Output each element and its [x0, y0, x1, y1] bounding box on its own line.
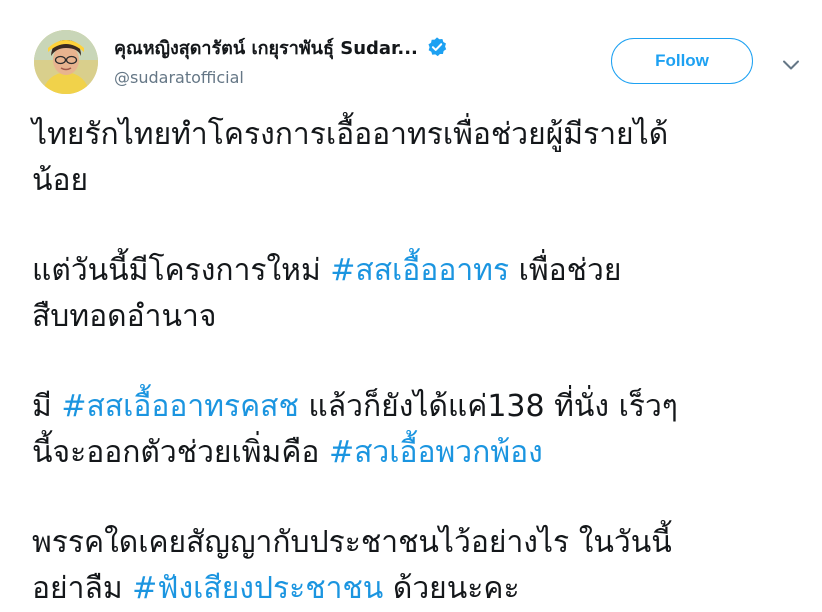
tweet-text-segment: นี้จะออกตัวช่วยเพิ่มคือ — [32, 435, 329, 470]
tweet-paragraph-3: มี #สสเอื้ออาทรคสช แล้วก็ยังได้แค่138 ที… — [32, 384, 812, 476]
follow-button[interactable]: Follow — [611, 38, 753, 84]
hashtag-link[interactable]: #ฟังเสียงประชาชน — [132, 571, 383, 606]
tweet-line: ไทยรักไทยทำโครงการเอื้ออาทรเพื่อช่วยผู้ม… — [32, 117, 669, 152]
display-name-row[interactable]: คุณหญิงสุดารัตน์ เกยุราพันธุ์ Sudar... — [114, 32, 448, 62]
hashtag-link[interactable]: #สสเอื้ออาทร — [330, 253, 509, 288]
hashtag-link[interactable]: #สวเอื้อพวกพ้อง — [329, 435, 543, 470]
tweet-paragraph-1: ไทยรักไทยทำโครงการเอื้ออาทรเพื่อช่วยผู้ม… — [32, 112, 812, 204]
tweet-paragraph-4: พรรคใดเคยสัญญากับประชาชนไว้อย่างไร ในวัน… — [32, 520, 812, 612]
tweet-text-segment: ด้วยนะคะ — [383, 571, 520, 606]
chevron-down-icon — [783, 60, 799, 70]
tweet-line: น้อย — [32, 163, 89, 198]
user-handle[interactable]: @sudaratofficial — [114, 68, 244, 87]
tweet-line: สืบทอดอำนาจ — [32, 299, 217, 334]
hashtag-link[interactable]: #สสเอื้ออาทรคสช — [61, 389, 299, 424]
tweet-text-segment: อย่าลืม — [32, 571, 133, 606]
tweet-text-segment: แต่วันนี้มีโครงการใหม่ — [32, 253, 331, 288]
tweet-text: ไทยรักไทยทำโครงการเอื้ออาทรเพื่อช่วยผู้ม… — [32, 112, 812, 612]
avatar-photo-icon — [34, 30, 98, 94]
tweet-line: พรรคใดเคยสัญญากับประชาชนไว้อย่างไร ในวัน… — [32, 525, 672, 560]
tweet-text-segment: เพื่อช่วย — [509, 253, 622, 288]
display-name[interactable]: คุณหญิงสุดารัตน์ เกยุราพันธุ์ Sudar... — [114, 33, 418, 62]
avatar[interactable] — [34, 30, 98, 94]
tweet-text-segment: มี — [32, 389, 62, 424]
verified-badge-icon — [426, 36, 448, 58]
tweet-text-segment: แล้วก็ยังได้แค่138 ที่นั่ง เร็วๆ — [298, 389, 678, 424]
more-options-button[interactable] — [778, 52, 804, 78]
tweet-header: คุณหญิงสุดารัตน์ เกยุราพันธุ์ Sudar... @… — [0, 0, 822, 110]
tweet-paragraph-2: แต่วันนี้มีโครงการใหม่ #สสเอื้ออาทร เพื่… — [32, 248, 812, 340]
